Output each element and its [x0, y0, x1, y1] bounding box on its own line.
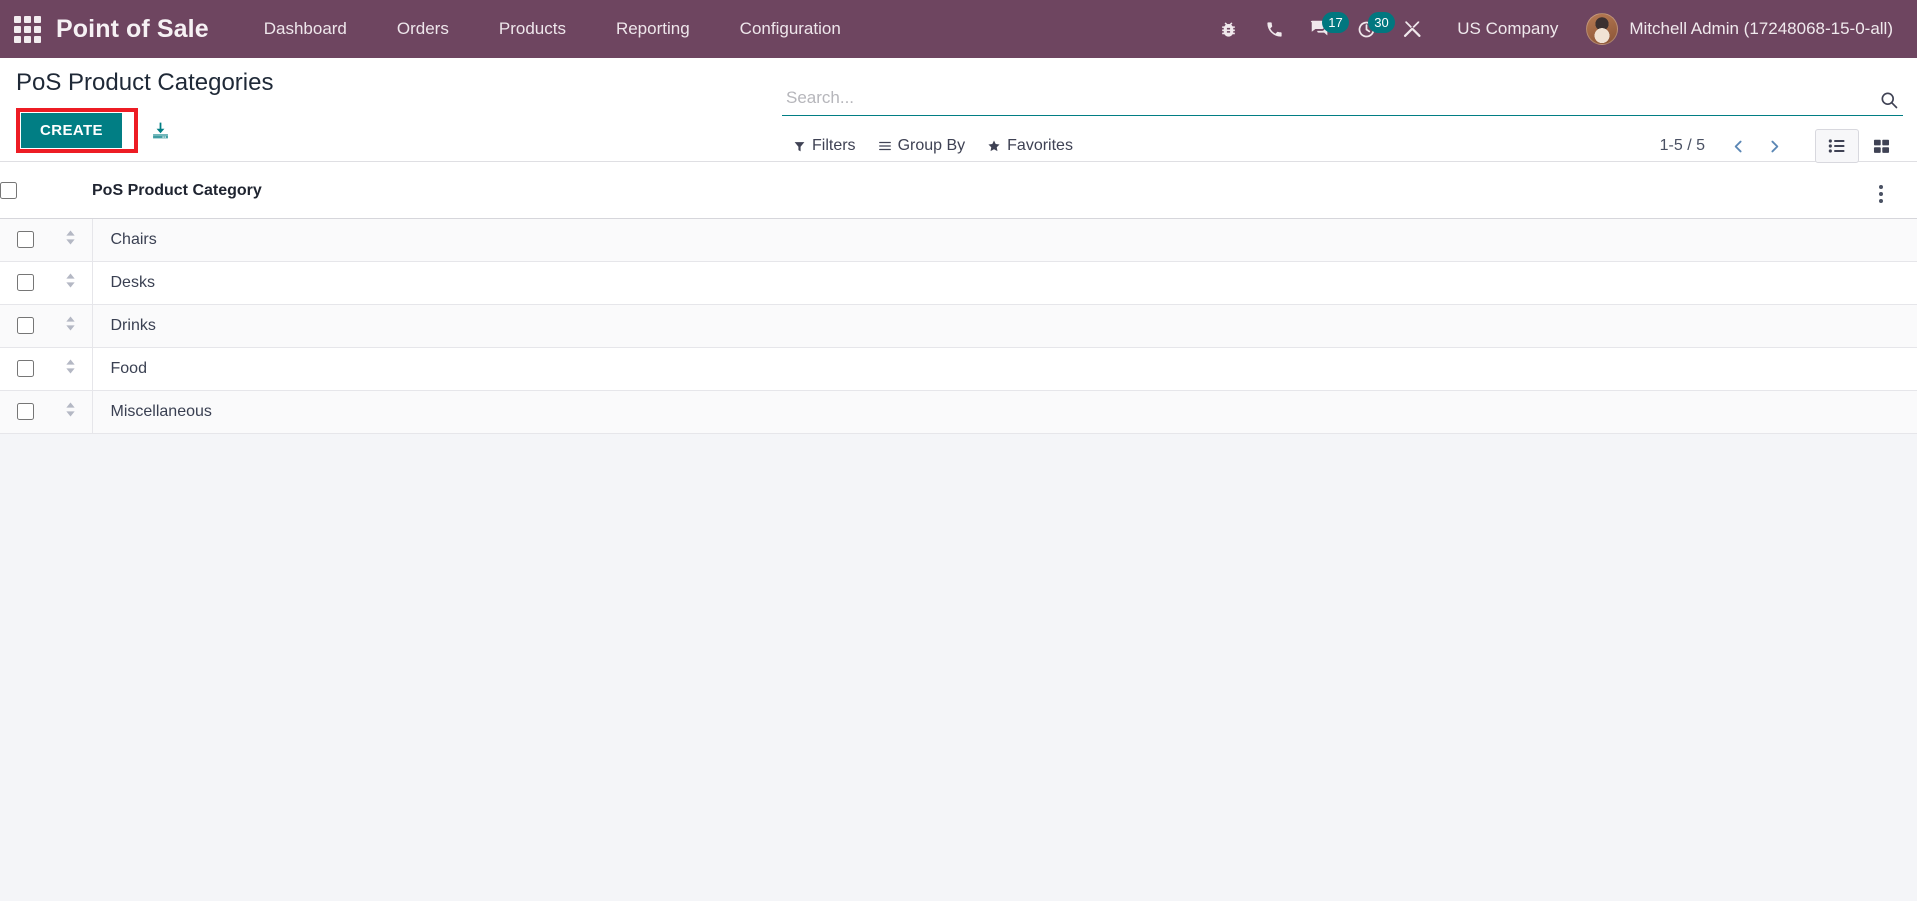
optional-columns-dots-icon[interactable]: [1877, 183, 1885, 205]
row-select-cell: [0, 261, 50, 305]
row-checkbox[interactable]: [16, 274, 34, 292]
row-checkbox[interactable]: [16, 360, 34, 378]
group-by-label: Group By: [897, 137, 966, 154]
row-checkbox[interactable]: [16, 403, 34, 421]
search-magnifier-icon[interactable]: [1869, 90, 1903, 115]
row-select-cell: [0, 390, 50, 434]
list-view-button[interactable]: [1815, 129, 1859, 163]
row-handle-cell: [50, 347, 92, 391]
create-button[interactable]: CREATE: [21, 112, 122, 148]
row-name-cell: Drinks: [91, 304, 1877, 348]
row-select-cell: [0, 304, 50, 348]
control-panel-buttons: CREATE: [14, 107, 744, 153]
import-download-icon[interactable]: [150, 120, 171, 141]
view-switcher: [1815, 129, 1903, 163]
empty-content-area: [0, 434, 1917, 854]
filters-label: Filters: [812, 137, 856, 154]
filters-dropdown[interactable]: Filters: [782, 133, 867, 159]
filter-funnel-icon: [794, 141, 805, 151]
drag-handle-icon[interactable]: [64, 359, 77, 374]
row-name-cell: Chairs: [91, 218, 1877, 262]
table-header: PoS Product Category: [0, 162, 1917, 219]
row-select-cell: [0, 218, 50, 262]
table-row[interactable]: Drinks: [0, 304, 1917, 348]
phone-icon[interactable]: [1251, 7, 1297, 51]
menu-item-products[interactable]: Products: [474, 11, 591, 47]
chevron-left-icon: [1734, 140, 1742, 152]
table-row[interactable]: Chairs: [0, 218, 1917, 262]
avatar: [1586, 13, 1619, 45]
row-name-cell: Desks: [91, 261, 1877, 305]
row-options-cell: [1877, 261, 1917, 305]
messages-icon[interactable]: 17: [1297, 7, 1349, 51]
row-options-cell: [1877, 218, 1917, 262]
app-brand-title[interactable]: Point of Sale: [56, 15, 209, 44]
group-by-lines-icon: [878, 141, 891, 151]
search-options-row: Filters Group By Favorites 1-5 / 5: [782, 129, 1903, 163]
row-handle-cell: [50, 390, 92, 434]
activities-clock-icon[interactable]: 30: [1343, 7, 1395, 51]
table-row[interactable]: Miscellaneous: [0, 390, 1917, 434]
list-view-icon: [1828, 139, 1845, 153]
table-header-row: PoS Product Category: [0, 162, 1917, 219]
table-body: Chairs Desks Drinks Food Miscellaneous: [0, 218, 1917, 434]
apps-grid-icon[interactable]: [12, 14, 42, 44]
row-options-cell: [1877, 390, 1917, 434]
row-options-cell: [1877, 347, 1917, 391]
menu-item-configuration[interactable]: Configuration: [715, 11, 866, 47]
favorites-label: Favorites: [1007, 137, 1073, 154]
menu-item-dashboard[interactable]: Dashboard: [239, 11, 372, 47]
pager-range: 1-5 / 5: [1659, 137, 1705, 154]
column-header-name[interactable]: PoS Product Category: [92, 162, 1877, 219]
kanban-view-button[interactable]: [1859, 129, 1903, 163]
kanban-view-icon: [1873, 139, 1889, 153]
drag-handle-icon[interactable]: [64, 230, 77, 245]
row-handle-cell: [50, 304, 92, 348]
chevron-right-icon: [1770, 140, 1778, 152]
row-name-cell: Miscellaneous: [91, 390, 1877, 434]
user-name: Mitchell Admin (17248068-15-0-all): [1629, 19, 1893, 38]
top-navbar: Point of Sale Dashboard Orders Products …: [0, 0, 1917, 58]
pager-next-button[interactable]: [1757, 130, 1791, 162]
row-name-cell: Food: [91, 347, 1877, 391]
user-menu[interactable]: Mitchell Admin (17248068-15-0-all): [1574, 9, 1903, 49]
navbar-systray: 17 30 US Company Mitchell Admin (1724806…: [1205, 7, 1903, 51]
pager-previous-button[interactable]: [1721, 130, 1755, 162]
select-all-checkbox[interactable]: [0, 181, 17, 199]
menu-item-orders[interactable]: Orders: [372, 11, 474, 47]
row-options-cell: [1877, 304, 1917, 348]
drag-handle-icon[interactable]: [64, 273, 77, 288]
control-panel-left: PoS Product Categories CREATE: [14, 58, 744, 153]
drag-handle-icon[interactable]: [64, 316, 77, 331]
search-input[interactable]: [782, 88, 1869, 115]
bug-icon[interactable]: [1205, 7, 1251, 51]
list-view: PoS Product Category Chairs Desks Drinks…: [0, 162, 1917, 434]
row-handle-cell: [50, 261, 92, 305]
row-checkbox[interactable]: [16, 231, 34, 249]
row-checkbox[interactable]: [16, 317, 34, 335]
create-button-highlight: CREATE: [16, 107, 138, 153]
select-all-cell: [0, 162, 50, 219]
row-select-cell: [0, 347, 50, 391]
handle-header-cell: [50, 162, 92, 219]
tools-icon[interactable]: [1389, 7, 1435, 51]
drag-handle-icon[interactable]: [64, 402, 77, 417]
table-row[interactable]: Desks: [0, 261, 1917, 305]
pager: 1-5 / 5: [1660, 129, 1903, 163]
control-panel-right: Filters Group By Favorites 1-5 / 5: [782, 58, 1903, 163]
group-by-dropdown[interactable]: Group By: [867, 133, 977, 159]
favorites-star-icon: [988, 140, 1000, 152]
optional-columns-cell: [1877, 162, 1917, 219]
main-menu: Dashboard Orders Products Reporting Conf…: [239, 11, 866, 47]
row-handle-cell: [50, 218, 92, 262]
table-row[interactable]: Food: [0, 347, 1917, 391]
company-switcher[interactable]: US Company: [1441, 11, 1574, 47]
categories-table: PoS Product Category Chairs Desks Drinks…: [0, 162, 1917, 434]
page-title: PoS Product Categories: [16, 69, 274, 96]
menu-item-reporting[interactable]: Reporting: [591, 11, 715, 47]
search-bar: [782, 72, 1903, 116]
control-panel: PoS Product Categories CREATE Search... …: [0, 58, 1917, 163]
favorites-dropdown[interactable]: Favorites: [976, 133, 1084, 159]
